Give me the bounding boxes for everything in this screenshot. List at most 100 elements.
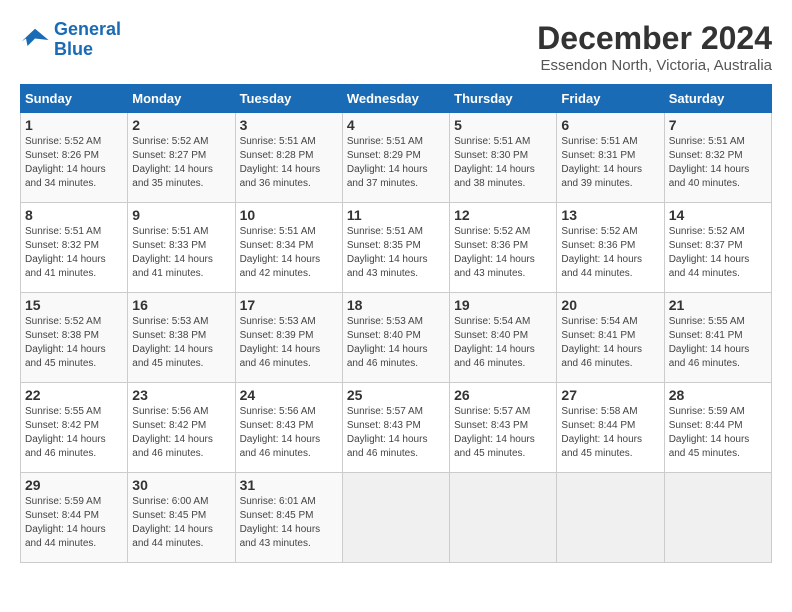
day-info: Sunrise: 6:00 AM Sunset: 8:45 PM Dayligh… xyxy=(132,495,230,551)
day-info: Sunrise: 5:53 AM Sunset: 8:38 PM Dayligh… xyxy=(132,315,230,371)
calendar-header-row: Sunday Monday Tuesday Wednesday Thursday… xyxy=(21,85,772,113)
col-tuesday: Tuesday xyxy=(235,85,342,113)
day-number: 17 xyxy=(240,297,338,313)
calendar-title: December 2024 xyxy=(537,20,772,57)
day-number: 14 xyxy=(669,207,767,223)
day-info: Sunrise: 5:52 AM Sunset: 8:36 PM Dayligh… xyxy=(454,225,552,281)
day-info: Sunrise: 5:58 AM Sunset: 8:44 PM Dayligh… xyxy=(561,405,659,461)
day-info: Sunrise: 5:55 AM Sunset: 8:42 PM Dayligh… xyxy=(25,405,123,461)
day-info: Sunrise: 5:52 AM Sunset: 8:26 PM Dayligh… xyxy=(25,135,123,191)
day-number: 15 xyxy=(25,297,123,313)
table-row: 7 Sunrise: 5:51 AM Sunset: 8:32 PM Dayli… xyxy=(664,113,771,203)
table-row xyxy=(342,473,449,563)
day-number: 5 xyxy=(454,117,552,133)
day-info: Sunrise: 5:53 AM Sunset: 8:39 PM Dayligh… xyxy=(240,315,338,371)
day-number: 9 xyxy=(132,207,230,223)
day-info: Sunrise: 6:01 AM Sunset: 8:45 PM Dayligh… xyxy=(240,495,338,551)
day-info: Sunrise: 5:51 AM Sunset: 8:32 PM Dayligh… xyxy=(25,225,123,281)
day-number: 6 xyxy=(561,117,659,133)
table-row: 27 Sunrise: 5:58 AM Sunset: 8:44 PM Dayl… xyxy=(557,383,664,473)
day-number: 11 xyxy=(347,207,445,223)
table-row: 14 Sunrise: 5:52 AM Sunset: 8:37 PM Dayl… xyxy=(664,203,771,293)
table-row: 25 Sunrise: 5:57 AM Sunset: 8:43 PM Dayl… xyxy=(342,383,449,473)
table-row: 24 Sunrise: 5:56 AM Sunset: 8:43 PM Dayl… xyxy=(235,383,342,473)
day-number: 12 xyxy=(454,207,552,223)
col-friday: Friday xyxy=(557,85,664,113)
table-row xyxy=(557,473,664,563)
day-number: 25 xyxy=(347,387,445,403)
table-row: 10 Sunrise: 5:51 AM Sunset: 8:34 PM Dayl… xyxy=(235,203,342,293)
page-header: General Blue December 2024 Essendon Nort… xyxy=(20,20,772,74)
day-number: 28 xyxy=(669,387,767,403)
day-info: Sunrise: 5:51 AM Sunset: 8:34 PM Dayligh… xyxy=(240,225,338,281)
day-number: 21 xyxy=(669,297,767,313)
table-row: 18 Sunrise: 5:53 AM Sunset: 8:40 PM Dayl… xyxy=(342,293,449,383)
col-saturday: Saturday xyxy=(664,85,771,113)
day-info: Sunrise: 5:55 AM Sunset: 8:41 PM Dayligh… xyxy=(669,315,767,371)
day-info: Sunrise: 5:51 AM Sunset: 8:28 PM Dayligh… xyxy=(240,135,338,191)
day-info: Sunrise: 5:56 AM Sunset: 8:43 PM Dayligh… xyxy=(240,405,338,461)
day-number: 26 xyxy=(454,387,552,403)
day-number: 24 xyxy=(240,387,338,403)
day-number: 20 xyxy=(561,297,659,313)
day-info: Sunrise: 5:57 AM Sunset: 8:43 PM Dayligh… xyxy=(454,405,552,461)
calendar-week-row: 8 Sunrise: 5:51 AM Sunset: 8:32 PM Dayli… xyxy=(21,203,772,293)
col-wednesday: Wednesday xyxy=(342,85,449,113)
table-row: 29 Sunrise: 5:59 AM Sunset: 8:44 PM Dayl… xyxy=(21,473,128,563)
calendar-subtitle: Essendon North, Victoria, Australia xyxy=(537,57,772,74)
day-info: Sunrise: 5:56 AM Sunset: 8:42 PM Dayligh… xyxy=(132,405,230,461)
day-info: Sunrise: 5:53 AM Sunset: 8:40 PM Dayligh… xyxy=(347,315,445,371)
calendar-week-row: 15 Sunrise: 5:52 AM Sunset: 8:38 PM Dayl… xyxy=(21,293,772,383)
day-info: Sunrise: 5:52 AM Sunset: 8:36 PM Dayligh… xyxy=(561,225,659,281)
logo-text: General Blue xyxy=(54,20,121,60)
day-number: 16 xyxy=(132,297,230,313)
day-number: 31 xyxy=(240,477,338,493)
table-row: 5 Sunrise: 5:51 AM Sunset: 8:30 PM Dayli… xyxy=(450,113,557,203)
day-info: Sunrise: 5:59 AM Sunset: 8:44 PM Dayligh… xyxy=(669,405,767,461)
table-row: 20 Sunrise: 5:54 AM Sunset: 8:41 PM Dayl… xyxy=(557,293,664,383)
table-row: 21 Sunrise: 5:55 AM Sunset: 8:41 PM Dayl… xyxy=(664,293,771,383)
title-block: December 2024 Essendon North, Victoria, … xyxy=(537,20,772,74)
col-sunday: Sunday xyxy=(21,85,128,113)
table-row: 22 Sunrise: 5:55 AM Sunset: 8:42 PM Dayl… xyxy=(21,383,128,473)
table-row: 12 Sunrise: 5:52 AM Sunset: 8:36 PM Dayl… xyxy=(450,203,557,293)
day-number: 1 xyxy=(25,117,123,133)
col-monday: Monday xyxy=(128,85,235,113)
col-thursday: Thursday xyxy=(450,85,557,113)
day-number: 27 xyxy=(561,387,659,403)
day-number: 29 xyxy=(25,477,123,493)
table-row: 15 Sunrise: 5:52 AM Sunset: 8:38 PM Dayl… xyxy=(21,293,128,383)
day-info: Sunrise: 5:52 AM Sunset: 8:37 PM Dayligh… xyxy=(669,225,767,281)
day-number: 8 xyxy=(25,207,123,223)
table-row: 13 Sunrise: 5:52 AM Sunset: 8:36 PM Dayl… xyxy=(557,203,664,293)
day-number: 2 xyxy=(132,117,230,133)
table-row: 26 Sunrise: 5:57 AM Sunset: 8:43 PM Dayl… xyxy=(450,383,557,473)
table-row: 4 Sunrise: 5:51 AM Sunset: 8:29 PM Dayli… xyxy=(342,113,449,203)
day-number: 18 xyxy=(347,297,445,313)
table-row: 1 Sunrise: 5:52 AM Sunset: 8:26 PM Dayli… xyxy=(21,113,128,203)
day-number: 13 xyxy=(561,207,659,223)
day-number: 23 xyxy=(132,387,230,403)
table-row: 3 Sunrise: 5:51 AM Sunset: 8:28 PM Dayli… xyxy=(235,113,342,203)
table-row: 11 Sunrise: 5:51 AM Sunset: 8:35 PM Dayl… xyxy=(342,203,449,293)
logo-line2: Blue xyxy=(54,40,121,60)
day-info: Sunrise: 5:51 AM Sunset: 8:29 PM Dayligh… xyxy=(347,135,445,191)
table-row: 17 Sunrise: 5:53 AM Sunset: 8:39 PM Dayl… xyxy=(235,293,342,383)
calendar-week-row: 22 Sunrise: 5:55 AM Sunset: 8:42 PM Dayl… xyxy=(21,383,772,473)
day-info: Sunrise: 5:51 AM Sunset: 8:31 PM Dayligh… xyxy=(561,135,659,191)
logo-line1: General xyxy=(54,19,121,39)
calendar-week-row: 1 Sunrise: 5:52 AM Sunset: 8:26 PM Dayli… xyxy=(21,113,772,203)
day-info: Sunrise: 5:51 AM Sunset: 8:33 PM Dayligh… xyxy=(132,225,230,281)
day-number: 30 xyxy=(132,477,230,493)
day-number: 19 xyxy=(454,297,552,313)
table-row: 16 Sunrise: 5:53 AM Sunset: 8:38 PM Dayl… xyxy=(128,293,235,383)
day-info: Sunrise: 5:57 AM Sunset: 8:43 PM Dayligh… xyxy=(347,405,445,461)
day-info: Sunrise: 5:54 AM Sunset: 8:41 PM Dayligh… xyxy=(561,315,659,371)
table-row: 30 Sunrise: 6:00 AM Sunset: 8:45 PM Dayl… xyxy=(128,473,235,563)
calendar-week-row: 29 Sunrise: 5:59 AM Sunset: 8:44 PM Dayl… xyxy=(21,473,772,563)
table-row: 19 Sunrise: 5:54 AM Sunset: 8:40 PM Dayl… xyxy=(450,293,557,383)
day-info: Sunrise: 5:59 AM Sunset: 8:44 PM Dayligh… xyxy=(25,495,123,551)
day-number: 4 xyxy=(347,117,445,133)
table-row: 31 Sunrise: 6:01 AM Sunset: 8:45 PM Dayl… xyxy=(235,473,342,563)
table-row: 8 Sunrise: 5:51 AM Sunset: 8:32 PM Dayli… xyxy=(21,203,128,293)
